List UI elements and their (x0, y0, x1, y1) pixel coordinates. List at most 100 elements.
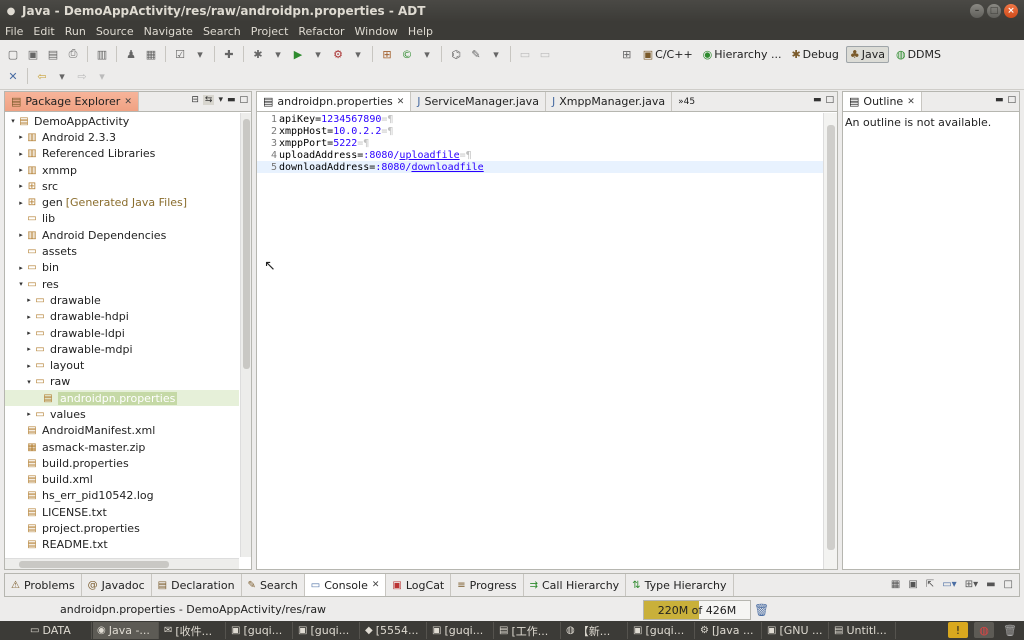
back-icon[interactable]: ⇦ (33, 67, 51, 85)
new-android-project-icon[interactable]: ✚ (220, 45, 238, 63)
new-java-class-icon[interactable]: © (398, 45, 416, 63)
menu-project[interactable]: Project (246, 25, 294, 38)
dropdown-icon[interactable]: ▾ (487, 45, 505, 63)
taskbar-item[interactable]: ⚙ [Java ... (696, 622, 762, 639)
search-icon[interactable]: ✎ (467, 45, 485, 63)
chevron-right-icon[interactable]: ▸ (25, 329, 33, 337)
taskbar-item[interactable]: ▭ DATA (0, 622, 92, 639)
new-icon[interactable]: ▢ (4, 45, 22, 63)
close-icon[interactable]: ✕ (124, 97, 132, 107)
tree-item[interactable]: ▸ ▭ bin (5, 260, 239, 276)
sdk-manager-icon[interactable]: ▥ (93, 45, 111, 63)
taskbar-item[interactable]: ◆ [5554... (361, 622, 427, 639)
maximize-view-icon[interactable]: □ (825, 95, 834, 105)
dropdown-icon[interactable]: ▾ (53, 67, 71, 85)
chevron-right-icon[interactable]: ▸ (17, 231, 25, 239)
tab-declaration[interactable]: ▤ Declaration (152, 574, 242, 596)
toggle-mark-occurrences-icon[interactable]: ▭ (516, 45, 534, 63)
menu-search[interactable]: Search (198, 25, 246, 38)
perspective-ddms[interactable]: ◍ DDMS (893, 47, 944, 62)
pin-console-icon[interactable]: ⇱ (926, 579, 934, 590)
open-perspective-icon[interactable]: ⊞ (618, 45, 636, 63)
tree-item[interactable]: ▤ build.xml (5, 472, 239, 488)
tab-package-explorer[interactable]: ▤ Package Explorer ✕ (5, 92, 139, 111)
chevron-right-icon[interactable]: ▸ (17, 150, 25, 158)
update-notifier-icon[interactable]: ! (948, 622, 968, 638)
tab-service-manager[interactable]: J ServiceManager.java (411, 92, 546, 111)
taskbar-item[interactable]: ▤ Untitl... (830, 622, 896, 639)
chevron-right-icon[interactable]: ▸ (17, 182, 25, 190)
tree-item[interactable]: ▤ LICENSE.txt (5, 504, 239, 520)
next-annotation-icon[interactable]: ✕ (4, 67, 22, 85)
taskbar-item[interactable]: ▣ [guqi... (428, 622, 494, 639)
chevron-right-icon[interactable]: ▸ (17, 264, 25, 272)
close-button[interactable]: × (1004, 4, 1018, 18)
menu-refactor[interactable]: Refactor (293, 25, 349, 38)
menu-source[interactable]: Source (91, 25, 139, 38)
menu-navigate[interactable]: Navigate (139, 25, 198, 38)
menu-edit[interactable]: Edit (28, 25, 59, 38)
tree-item[interactable]: ▸ ▭ drawable-mdpi (5, 341, 239, 357)
tab-type-hierarchy[interactable]: ⇅ Type Hierarchy (626, 574, 734, 596)
code-line[interactable]: 1 apiKey= 1234567890 =¶ (257, 113, 823, 125)
editor-scrollbar[interactable] (823, 113, 837, 569)
code-editor[interactable]: 1 apiKey= 1234567890 =¶ 2 xmppHost= 10.0.2.2 =¶… (257, 113, 823, 569)
chevron-down-icon[interactable]: ▾ (9, 117, 17, 125)
package-explorer-hscroll[interactable] (5, 558, 239, 569)
dropdown-icon[interactable]: ▾ (418, 45, 436, 63)
chevron-right-icon[interactable]: ▸ (17, 133, 25, 141)
android-icon[interactable]: ♟ (122, 45, 140, 63)
chevron-right-icon[interactable]: ▸ (25, 410, 33, 418)
taskbar-item[interactable]: ◍ 【新... (562, 622, 628, 639)
display-console-icon[interactable]: ▭▾ (942, 579, 956, 590)
tab-logcat[interactable]: ▣ LogCat (386, 574, 452, 596)
tree-item[interactable]: ▸ ▭ layout (5, 357, 239, 373)
tree-item[interactable]: ▤ build.properties (5, 455, 239, 471)
debug-run-icon[interactable]: ✱ (249, 45, 267, 63)
run-icon[interactable]: ▶ (289, 45, 307, 63)
scroll-lock-icon[interactable]: ▣ (908, 579, 917, 590)
taskbar-item[interactable]: ◉ Java -... (93, 622, 159, 639)
taskbar-item[interactable]: ✉ [收件... (160, 622, 226, 639)
new-java-package-icon[interactable]: ⊞ (378, 45, 396, 63)
code-line[interactable]: 3 xmppPort= 5222 =¶ (257, 137, 823, 149)
tree-item[interactable]: ▸ ▥ Referenced Libraries (5, 146, 239, 162)
open-type-icon[interactable]: ⌬ (447, 45, 465, 63)
perspective-java[interactable]: ♣ Java (845, 45, 889, 63)
show-whitespace-icon[interactable]: ▭ (536, 45, 554, 63)
chevron-right-icon[interactable]: ▸ (25, 313, 33, 321)
tree-item[interactable]: ▤ hs_err_pid10542.log (5, 488, 239, 504)
open-console-icon[interactable]: ⊞▾ (965, 579, 978, 590)
close-icon[interactable]: ✕ (907, 97, 915, 107)
tab-console[interactable]: ▭ Console ✕ (304, 574, 387, 596)
tab-problems[interactable]: ⚠ Problems (5, 574, 82, 596)
tab-javadoc[interactable]: @ Javadoc (82, 574, 152, 596)
tree-item[interactable]: ▸ ▥ Android Dependencies (5, 227, 239, 243)
taskbar-item[interactable]: ▣ [guqi... (629, 622, 695, 639)
dropdown-icon[interactable]: ▾ (309, 45, 327, 63)
property-value[interactable]: uploadfile (399, 150, 459, 161)
heap-status[interactable]: 220M of 426M (643, 600, 751, 620)
tree-item[interactable]: ▸ ▭ drawable (5, 292, 239, 308)
tab-progress[interactable]: ≡ Progress (451, 574, 524, 596)
property-value[interactable]: downloadfile (411, 162, 483, 173)
tree-item[interactable]: ▤ project.properties (5, 520, 239, 536)
minimize-view-icon[interactable]: ▬ (813, 95, 822, 105)
save-icon[interactable]: ▣ (24, 45, 42, 63)
dropdown-icon[interactable]: ▾ (349, 45, 367, 63)
tree-item[interactable]: ▾ ▭ raw (5, 374, 239, 390)
minimize-view-icon[interactable]: ▬ (995, 95, 1004, 105)
clear-console-icon[interactable]: ▦ (891, 579, 900, 590)
tree-item[interactable]: ▾ ▤ DemoAppActivity (5, 113, 239, 129)
maximize-button[interactable]: □ (987, 4, 1001, 18)
tree-item[interactable]: ▤ AndroidManifest.xml (5, 423, 239, 439)
trash-tray-icon[interactable]: 🗑 (1000, 622, 1020, 638)
chevron-right-icon[interactable]: ▸ (17, 199, 25, 207)
minimize-view-icon[interactable]: ▬ (227, 95, 236, 105)
save-all-icon[interactable]: ▤ (44, 45, 62, 63)
chrome-tray-icon[interactable]: ◍ (974, 622, 994, 638)
minimize-view-icon[interactable]: ▬ (986, 579, 995, 590)
tree-item[interactable]: ▸ ▥ Android 2.3.3 (5, 129, 239, 145)
tree-item[interactable]: ▭ lib (5, 211, 239, 227)
taskbar-item[interactable]: ▣ [GNU ... (763, 622, 829, 639)
